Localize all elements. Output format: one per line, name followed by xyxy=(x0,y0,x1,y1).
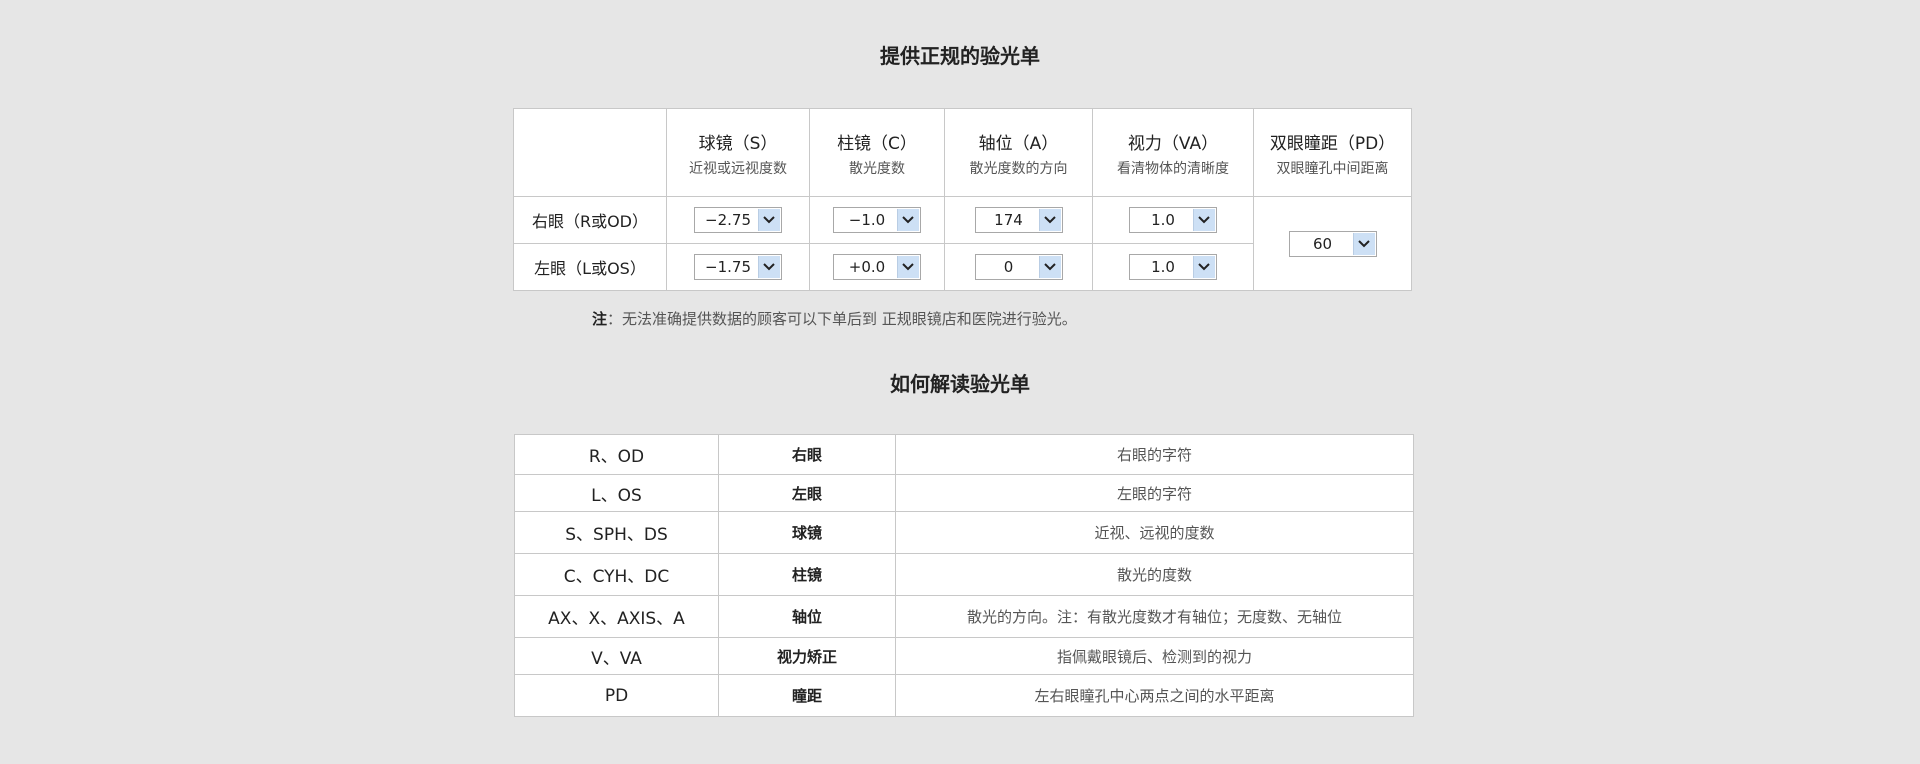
right-eye-label: 右眼（R或OD） xyxy=(513,196,667,244)
guide-row: PD 瞳距 左右眼瞳孔中心两点之间的水平距离 xyxy=(514,674,1414,717)
prescription-title: 提供正规的验光单 xyxy=(880,44,1040,68)
prescription-note: 注：无法准确提供数据的顾客可以下单后到 正规眼镜店和医院进行验光。 xyxy=(592,308,1077,329)
right-eye-row: 右眼（R或OD） −2.75 −1.0 174 1.0 60 xyxy=(513,196,1412,291)
right-cylinder-select[interactable]: −1.0 xyxy=(833,207,921,233)
guide-desc: 散光的方向。注：有散光度数才有轴位；无度数、无轴位 xyxy=(895,595,1414,638)
header-pd: 双眼瞳距（PD） 双眼瞳孔中间距离 xyxy=(1253,108,1412,197)
guide-name: 左眼 xyxy=(718,474,896,512)
chevron-down-icon[interactable] xyxy=(1193,209,1215,231)
left-axis-select[interactable]: 0 xyxy=(974,254,1063,280)
prescription-table: 球镜（S） 近视或远视度数 柱镜（C） 散光度数 轴位（A） 散光度数的方向 视… xyxy=(513,108,1412,291)
guide-row: C、CYH、DC 柱镜 散光的度数 xyxy=(514,553,1414,596)
header-cylinder-desc: 散光度数 xyxy=(849,161,905,177)
header-cylinder-label: 柱镜（C） xyxy=(837,134,917,154)
header-va-label: 视力（VA） xyxy=(1127,134,1219,154)
guide-name: 柱镜 xyxy=(718,553,896,596)
guide-desc: 左右眼瞳孔中心两点之间的水平距离 xyxy=(895,674,1414,717)
pd-cell: 60 xyxy=(1253,196,1412,291)
prescription-header-row: 球镜（S） 近视或远视度数 柱镜（C） 散光度数 轴位（A） 散光度数的方向 视… xyxy=(513,108,1412,197)
right-va-value: 1.0 xyxy=(1151,211,1175,229)
right-axis-select[interactable]: 174 xyxy=(974,207,1063,233)
guide-code: R、OD xyxy=(514,434,719,475)
header-axis-desc: 散光度数的方向 xyxy=(969,161,1068,177)
header-va: 视力（VA） 看清物体的清晰度 xyxy=(1092,108,1254,197)
chevron-down-icon[interactable] xyxy=(1193,256,1215,278)
chevron-down-icon[interactable] xyxy=(897,209,919,231)
guide-code: V、VA xyxy=(514,637,719,675)
guide-name: 轴位 xyxy=(718,595,896,638)
guide-row: V、VA 视力矫正 指佩戴眼镜后、检测到的视力 xyxy=(514,637,1414,675)
chevron-down-icon[interactable] xyxy=(1038,209,1061,231)
guide-name: 右眼 xyxy=(718,434,896,475)
chevron-down-icon[interactable] xyxy=(758,209,780,231)
chevron-down-icon[interactable] xyxy=(897,256,919,278)
guide-code: S、SPH、DS xyxy=(514,511,719,554)
guide-desc: 近视、远视的度数 xyxy=(895,511,1414,554)
guide-desc: 指佩戴眼镜后、检测到的视力 xyxy=(895,637,1414,675)
header-pd-label: 双眼瞳距（PD） xyxy=(1269,134,1396,154)
chevron-down-icon[interactable] xyxy=(758,256,780,278)
guide-name: 瞳距 xyxy=(718,674,896,717)
header-sphere-desc: 近视或远视度数 xyxy=(689,161,787,177)
header-pd-desc: 双眼瞳孔中间距离 xyxy=(1276,161,1389,177)
header-sphere-label: 球镜（S） xyxy=(698,134,778,154)
left-sphere-value: −1.75 xyxy=(705,258,751,276)
left-va-value: 1.0 xyxy=(1151,258,1175,276)
left-va-select[interactable]: 1.0 xyxy=(1129,254,1217,280)
guide-desc: 散光的度数 xyxy=(895,553,1414,596)
left-cylinder-value: +0.0 xyxy=(848,258,886,276)
header-axis-label: 轴位（A） xyxy=(978,134,1059,154)
header-empty-cell xyxy=(513,108,667,197)
guide-code: AX、X、AXIS、A xyxy=(514,595,719,638)
guide-desc: 左眼的字符 xyxy=(895,474,1414,512)
guide-row: L、OS 左眼 左眼的字符 xyxy=(514,474,1414,512)
header-axis: 轴位（A） 散光度数的方向 xyxy=(944,108,1093,197)
header-cylinder: 柱镜（C） 散光度数 xyxy=(809,108,945,197)
pd-value: 60 xyxy=(1312,234,1333,253)
guide-name: 球镜 xyxy=(718,511,896,554)
pd-select[interactable]: 60 xyxy=(1288,230,1377,257)
right-axis-value: 174 xyxy=(994,211,1023,229)
chevron-down-icon[interactable] xyxy=(1038,256,1061,278)
guide-table: R、OD 右眼 右眼的字符 L、OS 左眼 左眼的字符 S、SPH、DS 球镜 … xyxy=(514,434,1414,717)
right-sphere-select[interactable]: −2.75 xyxy=(694,207,782,233)
right-sphere-value: −2.75 xyxy=(705,211,751,229)
header-sphere: 球镜（S） 近视或远视度数 xyxy=(666,108,810,197)
left-sphere-select[interactable]: −1.75 xyxy=(694,254,782,280)
left-eye-label: 左眼（L或OS） xyxy=(513,243,667,291)
note-text: ：无法准确提供数据的顾客可以下单后到 正规眼镜店和医院进行验光。 xyxy=(607,310,1077,328)
guide-row: AX、X、AXIS、A 轴位 散光的方向。注：有散光度数才有轴位；无度数、无轴位 xyxy=(514,595,1414,638)
guide-desc: 右眼的字符 xyxy=(895,434,1414,475)
note-prefix: 注 xyxy=(592,310,608,328)
guide-code: C、CYH、DC xyxy=(514,553,719,596)
guide-code: L、OS xyxy=(514,474,719,512)
guide-title: 如何解读验光单 xyxy=(890,372,1030,396)
left-axis-value: 0 xyxy=(1003,258,1014,276)
guide-row: S、SPH、DS 球镜 近视、远视的度数 xyxy=(514,511,1414,554)
chevron-down-icon[interactable] xyxy=(1352,232,1375,255)
guide-row: R、OD 右眼 右眼的字符 xyxy=(514,434,1414,475)
header-va-desc: 看清物体的清晰度 xyxy=(1117,161,1229,177)
guide-code: PD xyxy=(514,674,719,717)
right-va-select[interactable]: 1.0 xyxy=(1129,207,1217,233)
right-cylinder-value: −1.0 xyxy=(848,211,886,229)
left-cylinder-select[interactable]: +0.0 xyxy=(833,254,921,280)
guide-name: 视力矫正 xyxy=(718,637,896,675)
